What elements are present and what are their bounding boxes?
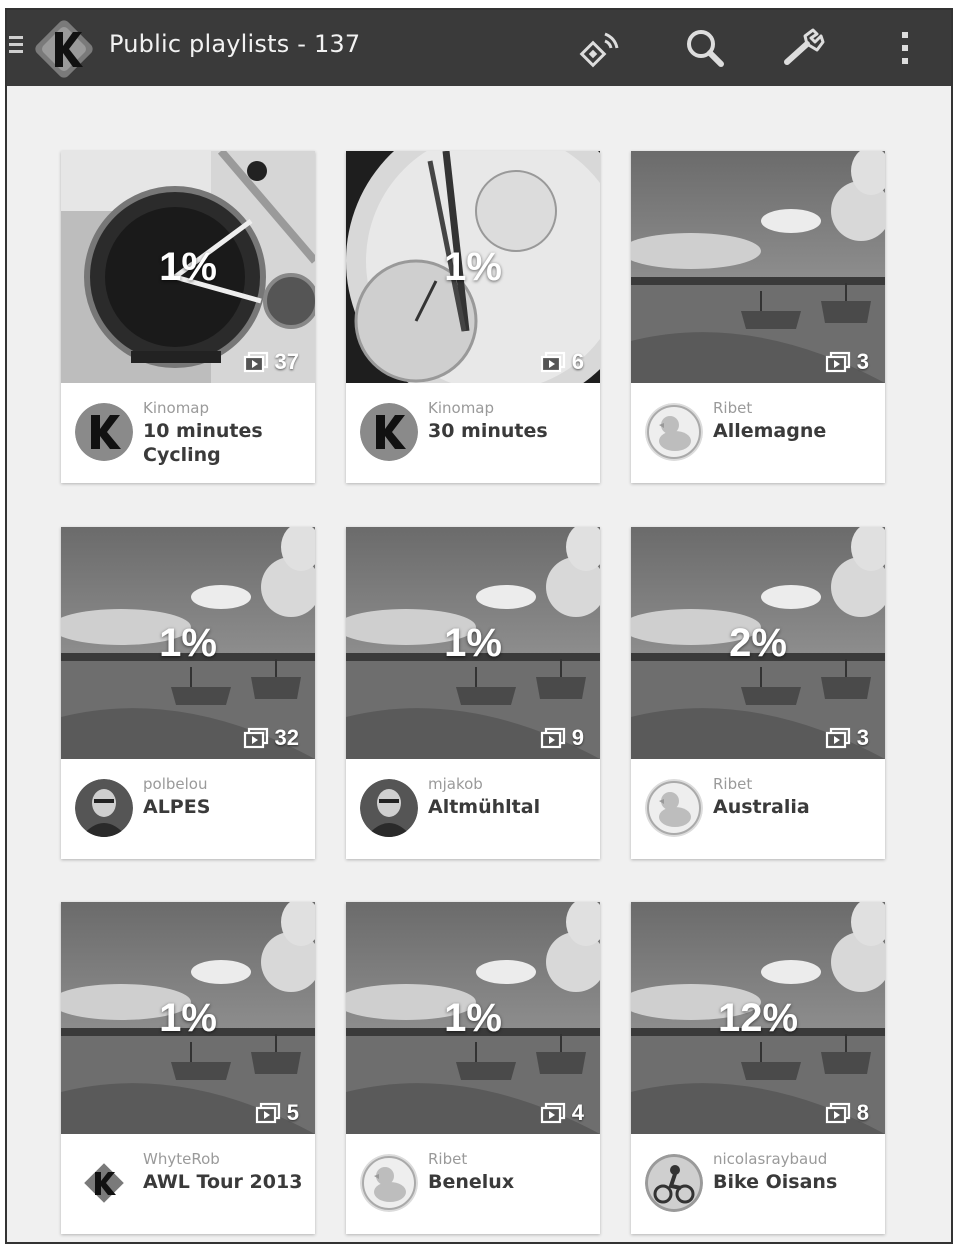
wrench-icon[interactable] — [781, 24, 829, 72]
playlist-name[interactable]: Bike Oisans — [713, 1170, 878, 1194]
playlist-card[interactable]: 1% 6 Kinomap 30 minutes — [346, 151, 600, 483]
kinomap-avatar[interactable] — [75, 403, 133, 461]
playlist-thumbnail[interactable]: 2% 3 — [631, 527, 885, 759]
person-avatar[interactable] — [360, 779, 418, 837]
playlist-name[interactable]: 10 minutes Cycling — [143, 419, 308, 467]
video-count: 8 — [825, 1100, 869, 1126]
video-count: 4 — [540, 1100, 584, 1126]
video-count: 5 — [255, 1100, 299, 1126]
kinomap-avatar[interactable] — [360, 403, 418, 461]
playlist-card[interactable]: 1% 4 Ribet Benelux — [346, 902, 600, 1234]
playlist-thumbnail[interactable]: 1% 32 — [61, 527, 315, 759]
duck-avatar[interactable] — [645, 779, 703, 837]
playlist-count-icon — [243, 351, 268, 373]
duck-avatar[interactable] — [360, 1154, 418, 1212]
video-count-value: 8 — [856, 1100, 869, 1125]
app-window: Public playlists - 137 1% 37 Kinomap 10 min… — [5, 8, 953, 1244]
progress-label: 2% — [729, 621, 787, 665]
playlist-thumbnail[interactable]: 1% 37 — [61, 151, 315, 383]
playlist-info[interactable]: WhyteRob AWL Tour 2013 — [61, 1134, 315, 1234]
video-count-value: 37 — [274, 349, 299, 374]
search-icon[interactable] — [681, 24, 729, 72]
playlist-name[interactable]: Allemagne — [713, 419, 878, 443]
progress-label: 1% — [444, 996, 502, 1040]
playlist-name[interactable]: Benelux — [428, 1170, 593, 1194]
playlist-info[interactable]: mjakob Altmühltal — [346, 759, 600, 859]
video-count: 37 — [243, 349, 299, 375]
playlist-name[interactable]: Altmühltal — [428, 795, 593, 819]
playlist-thumbnail[interactable]: 3 — [631, 151, 885, 383]
playlist-info[interactable]: Ribet Allemagne — [631, 383, 885, 483]
playlist-name[interactable]: ALPES — [143, 795, 308, 819]
playlist-grid: 1% 37 Kinomap 10 minutes Cycling 1% 6 Kinomap 3… — [7, 86, 951, 1242]
playlist-thumbnail[interactable]: 1% 4 — [346, 902, 600, 1134]
playlist-name[interactable]: 30 minutes — [428, 419, 593, 443]
playlist-card[interactable]: 12% 8 nicolasraybaud Bike Oisans — [631, 902, 885, 1234]
overflow-menu-icon[interactable] — [881, 24, 929, 72]
playlist-count-icon — [255, 1102, 280, 1124]
menu-icon[interactable] — [9, 36, 23, 57]
playlist-count-icon — [540, 727, 565, 749]
cast-icon[interactable] — [577, 24, 625, 72]
progress-label: 1% — [159, 245, 217, 289]
page-title: Public playlists - 137 — [109, 30, 361, 58]
video-count-value: 5 — [286, 1100, 299, 1125]
playlist-card[interactable]: 1% 9 mjakob Altmühltal — [346, 527, 600, 859]
duck-avatar[interactable] — [645, 403, 703, 461]
video-count: 6 — [540, 349, 584, 375]
video-count: 9 — [540, 725, 584, 751]
playlist-count-icon — [243, 727, 268, 749]
app-bar: Public playlists - 137 — [7, 10, 951, 86]
cyclist-avatar[interactable] — [645, 1154, 703, 1212]
playlist-info[interactable]: Kinomap 10 minutes Cycling — [61, 383, 315, 483]
author-name[interactable]: Kinomap — [143, 399, 209, 417]
playlist-card[interactable]: 3 Ribet Allemagne — [631, 151, 885, 483]
playlist-count-icon — [825, 727, 850, 749]
playlist-info[interactable]: polbelou ALPES — [61, 759, 315, 859]
progress-label: 1% — [159, 996, 217, 1040]
playlist-info[interactable]: nicolasraybaud Bike Oisans — [631, 1134, 885, 1234]
playlist-count-icon — [825, 351, 850, 373]
playlist-count-icon — [825, 1102, 850, 1124]
author-name[interactable]: WhyteRob — [143, 1150, 220, 1168]
playlist-card[interactable]: 1% 32 polbelou ALPES — [61, 527, 315, 859]
progress-label: 1% — [444, 621, 502, 665]
kinomap-small-avatar[interactable] — [75, 1154, 133, 1212]
playlist-thumbnail[interactable]: 1% 9 — [346, 527, 600, 759]
progress-label: 1% — [159, 621, 217, 665]
playlist-name[interactable]: AWL Tour 2013 — [143, 1170, 308, 1194]
playlist-card[interactable]: 1% 37 Kinomap 10 minutes Cycling — [61, 151, 315, 483]
author-name[interactable]: polbelou — [143, 775, 207, 793]
video-count-value: 6 — [571, 349, 584, 374]
video-count: 3 — [825, 349, 869, 375]
video-count-value: 3 — [856, 725, 869, 750]
playlist-thumbnail[interactable]: 1% 5 — [61, 902, 315, 1134]
playlist-thumbnail[interactable]: 12% 8 — [631, 902, 885, 1134]
playlist-count-icon — [540, 351, 565, 373]
video-count-value: 4 — [571, 1100, 584, 1125]
playlist-info[interactable]: Kinomap 30 minutes — [346, 383, 600, 483]
author-name[interactable]: Ribet — [713, 399, 752, 417]
progress-label: 12% — [717, 996, 799, 1040]
playlist-info[interactable]: Ribet Australia — [631, 759, 885, 859]
person-avatar[interactable] — [75, 779, 133, 837]
kinomap-logo[interactable] — [33, 18, 95, 80]
author-name[interactable]: Ribet — [713, 775, 752, 793]
playlist-card[interactable]: 1% 5 WhyteRob AWL Tour 2013 — [61, 902, 315, 1234]
video-count: 3 — [825, 725, 869, 751]
playlist-card[interactable]: 2% 3 Ribet Australia — [631, 527, 885, 859]
video-count-value: 32 — [274, 725, 299, 750]
playlist-info[interactable]: Ribet Benelux — [346, 1134, 600, 1234]
author-name[interactable]: Ribet — [428, 1150, 467, 1168]
playlist-count-icon — [540, 1102, 565, 1124]
video-count-value: 3 — [856, 349, 869, 374]
playlist-thumbnail[interactable]: 1% 6 — [346, 151, 600, 383]
video-count: 32 — [243, 725, 299, 751]
progress-label: 1% — [444, 245, 502, 289]
author-name[interactable]: Kinomap — [428, 399, 494, 417]
video-count-value: 9 — [571, 725, 584, 750]
playlist-name[interactable]: Australia — [713, 795, 878, 819]
author-name[interactable]: mjakob — [428, 775, 483, 793]
author-name[interactable]: nicolasraybaud — [713, 1150, 827, 1168]
